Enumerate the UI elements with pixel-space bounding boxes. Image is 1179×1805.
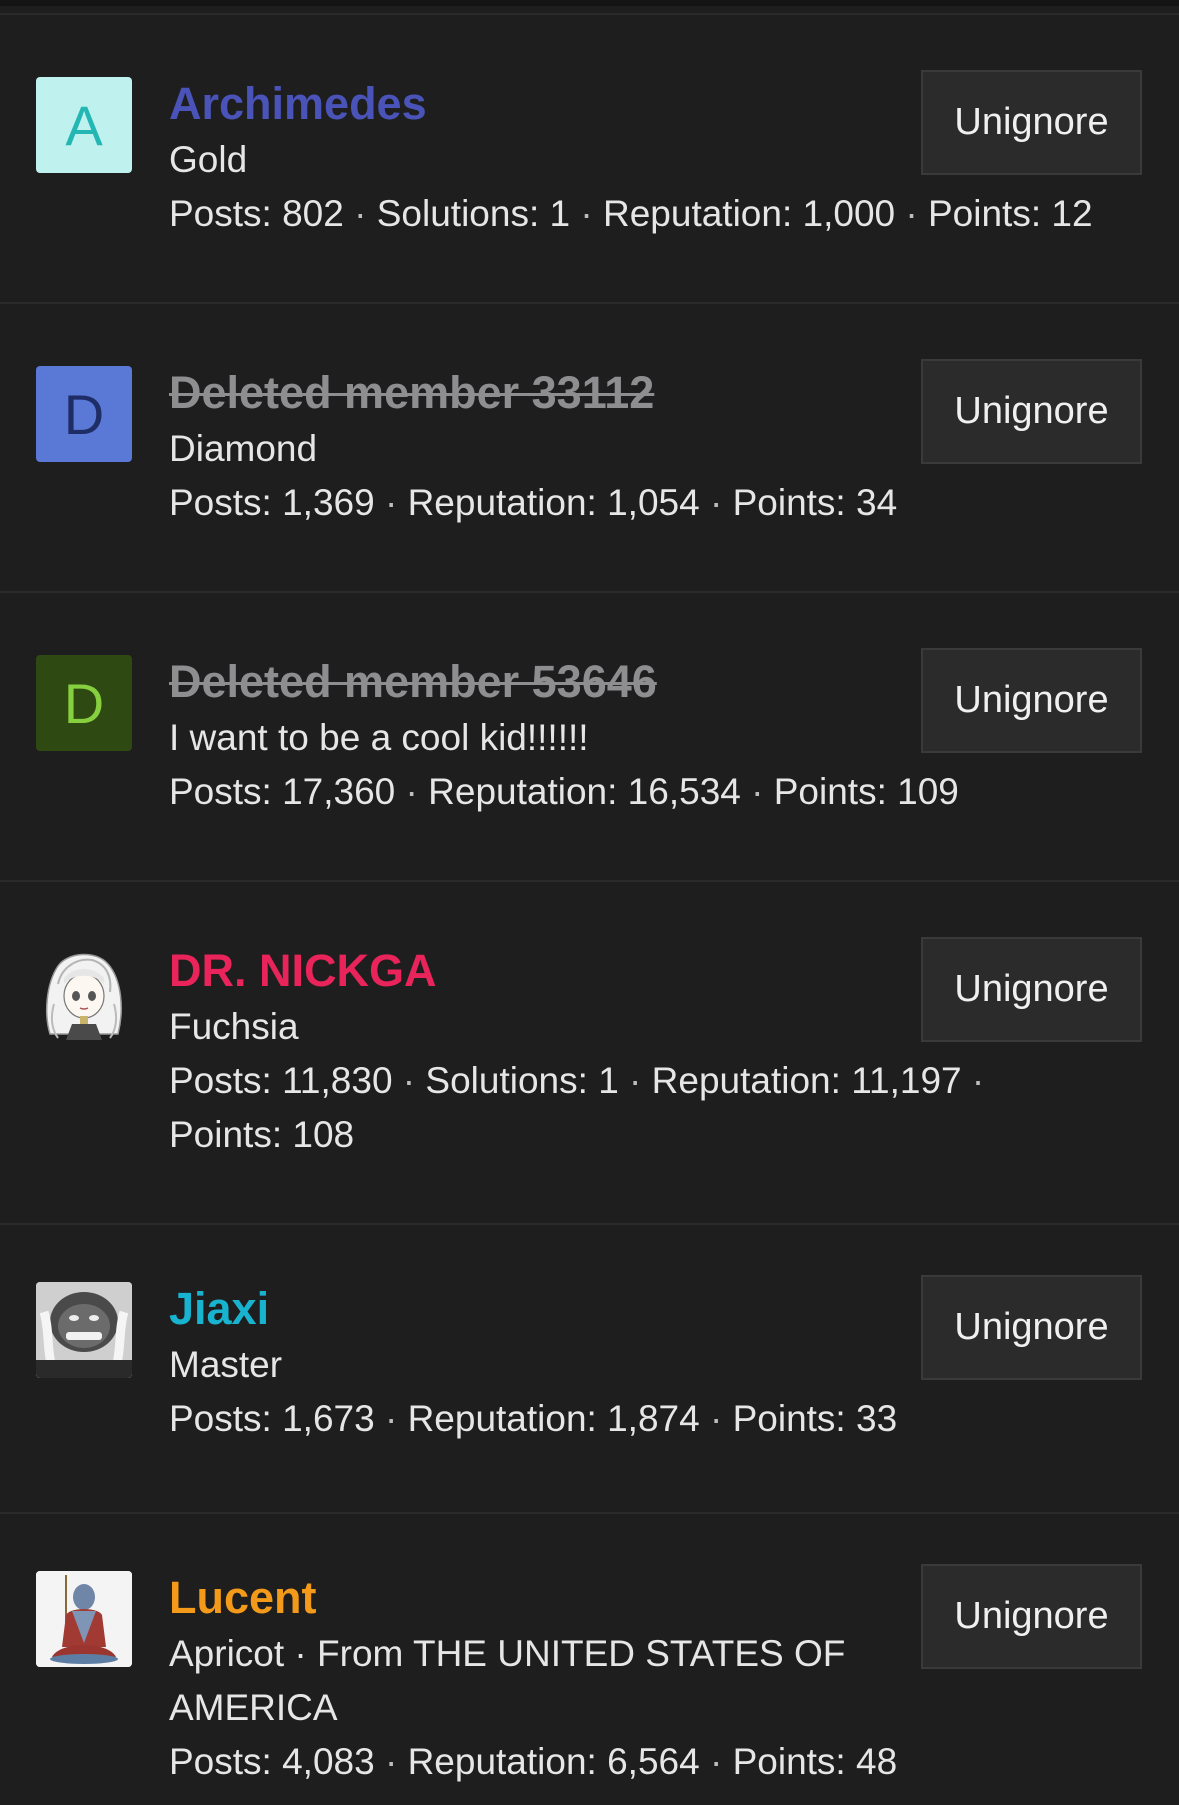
stat-solutions: Solutions: 1 xyxy=(376,193,571,234)
stat-posts: Posts: 4,083 xyxy=(169,1741,375,1782)
stat-separator: · xyxy=(699,482,733,523)
stat-points: Points: 48 xyxy=(732,1741,898,1782)
stat-posts: Posts: 17,360 xyxy=(169,771,396,812)
avatar-letter: D xyxy=(63,671,105,735)
avatar[interactable]: D xyxy=(36,655,132,751)
statue-avatar-icon xyxy=(36,1571,132,1667)
avatar[interactable]: D xyxy=(36,366,132,462)
member-stats: Posts: 17,360 · Reputation: 16,534 · Poi… xyxy=(169,765,1149,819)
stat-reputation: Reputation: 16,534 xyxy=(428,771,741,812)
stat-solutions: Solutions: 1 xyxy=(425,1060,619,1101)
stat-separator: · xyxy=(395,771,429,812)
list-item: D Deleted member 33112 Diamond Posts: 1,… xyxy=(0,304,1179,593)
avatar-letter: A xyxy=(65,93,103,157)
stat-reputation: Reputation: 1,874 xyxy=(407,1398,700,1439)
ignored-members-list: A Archimedes Gold Posts: 802 · Solutions… xyxy=(0,15,1179,1804)
member-stats: Posts: 1,369 · Reputation: 1,054 · Point… xyxy=(169,476,1149,530)
avatar[interactable] xyxy=(36,1571,132,1667)
unignore-button[interactable]: Unignore xyxy=(921,1275,1142,1380)
user-title: Apricot · From THE UNITED STATES OF AMER… xyxy=(169,1633,846,1728)
stat-separator: · xyxy=(374,1741,408,1782)
top-bar xyxy=(0,0,1179,6)
anime-girl-avatar-icon xyxy=(45,953,122,1040)
stat-points: Points: 33 xyxy=(732,1398,898,1439)
stat-separator: · xyxy=(392,1060,426,1101)
unignore-button[interactable]: Unignore xyxy=(921,1564,1142,1669)
stat-separator: · xyxy=(374,1398,408,1439)
stat-separator: · xyxy=(699,1398,733,1439)
member-stats: Posts: 11,830 · Solutions: 1 · Reputatio… xyxy=(169,1054,1069,1162)
list-item: D Deleted member 53646 I want to be a co… xyxy=(0,593,1179,882)
stat-reputation: Reputation: 1,054 xyxy=(407,482,700,523)
member-stats: Posts: 802 · Solutions: 1 · Reputation: … xyxy=(169,187,1149,241)
list-item: Lucent Apricot · From THE UNITED STATES … xyxy=(0,1514,1179,1804)
stat-separator: · xyxy=(699,1741,733,1782)
unignore-button[interactable]: Unignore xyxy=(921,70,1142,175)
avatar[interactable] xyxy=(36,1282,132,1378)
face-photo-avatar-icon xyxy=(36,1282,132,1378)
stat-points: Points: 34 xyxy=(732,482,898,523)
stat-separator: · xyxy=(618,1060,652,1101)
stat-posts: Posts: 802 xyxy=(169,193,344,234)
stat-separator: · xyxy=(570,193,603,234)
stat-separator: · xyxy=(740,771,774,812)
stat-points: Points: 108 xyxy=(169,1114,355,1155)
avatar-letter: D xyxy=(63,382,105,446)
stat-separator: · xyxy=(374,482,408,523)
stat-separator: · xyxy=(343,193,377,234)
stat-posts: Posts: 1,673 xyxy=(169,1398,375,1439)
avatar[interactable]: A xyxy=(36,77,132,173)
member-stats: Posts: 4,083 · Reputation: 6,564 · Point… xyxy=(169,1735,1149,1789)
stat-separator: · xyxy=(961,1060,985,1101)
stat-reputation: Reputation: 1,000 xyxy=(602,193,896,234)
member-stats: Posts: 1,673 · Reputation: 1,874 · Point… xyxy=(169,1392,1149,1446)
stat-points: Points: 109 xyxy=(773,771,959,812)
unignore-button[interactable]: Unignore xyxy=(921,937,1142,1042)
stat-separator: · xyxy=(895,193,928,234)
unignore-button[interactable]: Unignore xyxy=(921,648,1142,753)
list-item: A Archimedes Gold Posts: 802 · Solutions… xyxy=(0,15,1179,304)
stat-points: Points: 12 xyxy=(928,193,1093,234)
stat-posts: Posts: 11,830 xyxy=(169,1060,393,1101)
list-item: DR. NICKGA Fuchsia Posts: 11,830 · Solut… xyxy=(0,882,1179,1225)
stat-posts: Posts: 1,369 xyxy=(169,482,375,523)
stat-reputation: Reputation: 11,197 xyxy=(651,1060,962,1101)
list-item: Jiaxi Master Posts: 1,673 · Reputation: … xyxy=(0,1225,1179,1514)
stat-reputation: Reputation: 6,564 xyxy=(407,1741,700,1782)
avatar[interactable] xyxy=(36,944,132,1040)
unignore-button[interactable]: Unignore xyxy=(921,359,1142,464)
